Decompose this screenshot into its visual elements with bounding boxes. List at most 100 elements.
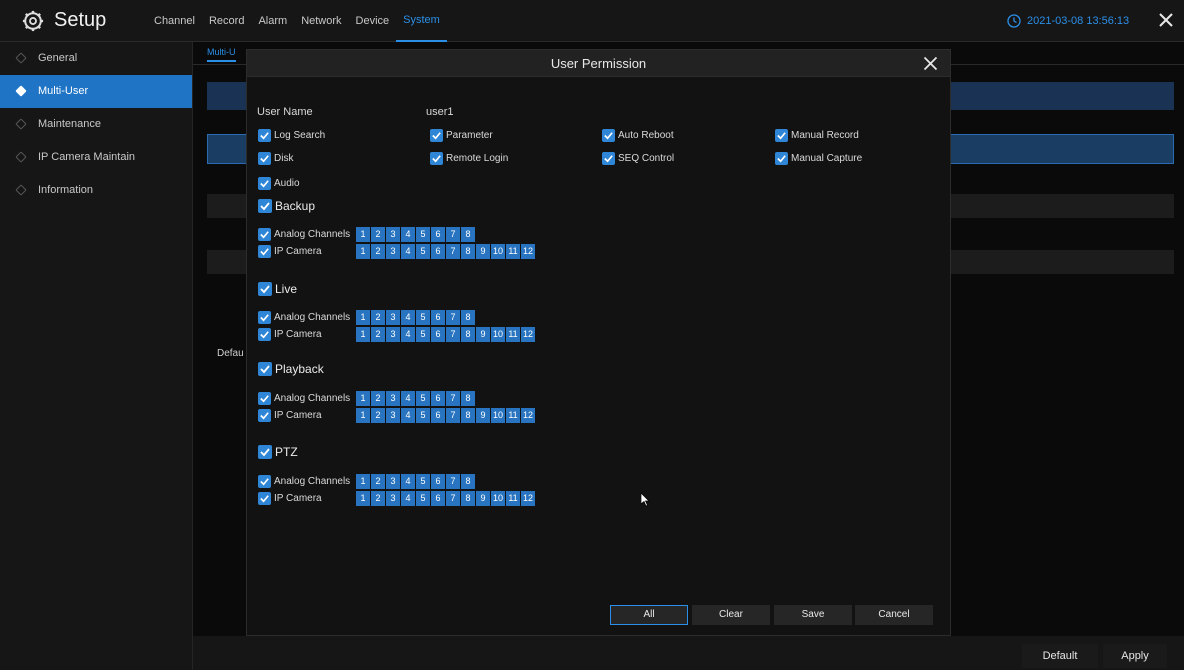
channel-button[interactable]: 5 bbox=[416, 474, 430, 489]
channel-button[interactable]: 7 bbox=[446, 244, 460, 259]
channel-button[interactable]: 3 bbox=[386, 227, 400, 242]
channel-button[interactable]: 1 bbox=[356, 391, 370, 406]
channel-button[interactable]: 5 bbox=[416, 227, 430, 242]
channel-button[interactable]: 7 bbox=[446, 227, 460, 242]
channel-button[interactable]: 1 bbox=[356, 227, 370, 242]
channel-button[interactable]: 5 bbox=[416, 408, 430, 423]
checkbox-playback[interactable]: Playback bbox=[258, 362, 324, 376]
checkbox-checked-icon[interactable] bbox=[258, 245, 271, 258]
checkbox-checked-icon[interactable] bbox=[258, 392, 271, 405]
checkbox-live[interactable]: Live bbox=[258, 282, 297, 296]
channel-button[interactable]: 3 bbox=[386, 491, 400, 506]
channel-button[interactable]: 10 bbox=[491, 491, 506, 506]
channel-button[interactable]: 8 bbox=[461, 244, 475, 259]
checkbox-log-search[interactable]: Log Search bbox=[258, 129, 325, 142]
channel-button[interactable]: 2 bbox=[371, 408, 385, 423]
save-button[interactable]: Save bbox=[774, 605, 852, 625]
channel-button[interactable]: 8 bbox=[461, 227, 475, 242]
channel-button[interactable]: 7 bbox=[446, 491, 460, 506]
channel-button[interactable]: 4 bbox=[401, 327, 415, 342]
channel-button[interactable]: 3 bbox=[386, 408, 400, 423]
checkbox-remote-login[interactable]: Remote Login bbox=[430, 152, 508, 165]
sidebar-item-maintenance[interactable]: Maintenance bbox=[0, 108, 192, 141]
channel-button[interactable]: 2 bbox=[371, 310, 385, 325]
channel-button[interactable]: 1 bbox=[356, 310, 370, 325]
checkbox-parameter[interactable]: Parameter bbox=[430, 129, 493, 142]
checkbox-manual-capture[interactable]: Manual Capture bbox=[775, 152, 862, 165]
default-button[interactable]: Default bbox=[1022, 644, 1098, 668]
channel-button[interactable]: 1 bbox=[356, 491, 370, 506]
sidebar-item-general[interactable]: General bbox=[0, 42, 192, 75]
channel-button[interactable]: 2 bbox=[371, 244, 385, 259]
channel-button[interactable]: 10 bbox=[491, 327, 506, 342]
channel-button[interactable]: 2 bbox=[371, 491, 385, 506]
channel-button[interactable]: 6 bbox=[431, 227, 445, 242]
channel-button[interactable]: 5 bbox=[416, 244, 430, 259]
channel-button[interactable]: 4 bbox=[401, 491, 415, 506]
checkbox-disk[interactable]: Disk bbox=[258, 152, 293, 165]
tab-alarm[interactable]: Alarm bbox=[251, 0, 294, 42]
channel-button[interactable]: 3 bbox=[386, 327, 400, 342]
channel-button[interactable]: 8 bbox=[461, 391, 475, 406]
tab-device[interactable]: Device bbox=[349, 0, 397, 42]
channel-button[interactable]: 6 bbox=[431, 310, 445, 325]
tab-multi-user[interactable]: Multi-U bbox=[207, 47, 236, 62]
channel-button[interactable]: 11 bbox=[506, 408, 521, 423]
checkbox-checked-icon[interactable] bbox=[258, 475, 271, 488]
channel-button[interactable]: 10 bbox=[491, 244, 506, 259]
channel-button[interactable]: 12 bbox=[521, 491, 536, 506]
channel-button[interactable]: 4 bbox=[401, 310, 415, 325]
tab-record[interactable]: Record bbox=[202, 0, 251, 42]
channel-button[interactable]: 11 bbox=[506, 491, 521, 506]
channel-button[interactable]: 6 bbox=[431, 474, 445, 489]
checkbox-manual-record[interactable]: Manual Record bbox=[775, 129, 859, 142]
channel-button[interactable]: 3 bbox=[386, 474, 400, 489]
channel-button[interactable]: 9 bbox=[476, 408, 490, 423]
cancel-button[interactable]: Cancel bbox=[855, 605, 933, 625]
close-icon[interactable] bbox=[1158, 12, 1174, 28]
checkbox-checked-icon[interactable] bbox=[258, 492, 271, 505]
tab-network[interactable]: Network bbox=[294, 0, 348, 42]
tab-channel[interactable]: Channel bbox=[147, 0, 202, 42]
checkbox-seq-control[interactable]: SEQ Control bbox=[602, 152, 674, 165]
channel-button[interactable]: 7 bbox=[446, 474, 460, 489]
channel-button[interactable]: 3 bbox=[386, 244, 400, 259]
channel-button[interactable]: 4 bbox=[401, 244, 415, 259]
channel-button[interactable]: 4 bbox=[401, 391, 415, 406]
channel-button[interactable]: 2 bbox=[371, 227, 385, 242]
channel-button[interactable]: 4 bbox=[401, 227, 415, 242]
channel-button[interactable]: 5 bbox=[416, 391, 430, 406]
channel-button[interactable]: 12 bbox=[521, 408, 536, 423]
channel-button[interactable]: 1 bbox=[356, 327, 370, 342]
channel-button[interactable]: 9 bbox=[476, 244, 490, 259]
channel-button[interactable]: 6 bbox=[431, 391, 445, 406]
channel-button[interactable]: 8 bbox=[461, 491, 475, 506]
checkbox-ptz[interactable]: PTZ bbox=[258, 445, 298, 459]
channel-button[interactable]: 9 bbox=[476, 491, 490, 506]
channel-button[interactable]: 5 bbox=[416, 327, 430, 342]
channel-button[interactable]: 10 bbox=[491, 408, 506, 423]
channel-button[interactable]: 7 bbox=[446, 408, 460, 423]
channel-button[interactable]: 6 bbox=[431, 327, 445, 342]
checkbox-audio[interactable]: Audio bbox=[258, 177, 300, 190]
sidebar-item-information[interactable]: Information bbox=[0, 174, 192, 207]
channel-button[interactable]: 2 bbox=[371, 474, 385, 489]
channel-button[interactable]: 7 bbox=[446, 310, 460, 325]
sidebar-item-multi-user[interactable]: Multi-User bbox=[0, 75, 192, 108]
channel-button[interactable]: 7 bbox=[446, 391, 460, 406]
channel-button[interactable]: 11 bbox=[506, 327, 521, 342]
apply-button[interactable]: Apply bbox=[1103, 644, 1167, 668]
tab-system[interactable]: System bbox=[396, 0, 447, 42]
checkbox-backup[interactable]: Backup bbox=[258, 199, 315, 213]
checkbox-checked-icon[interactable] bbox=[258, 228, 271, 241]
channel-button[interactable]: 2 bbox=[371, 327, 385, 342]
channel-button[interactable]: 3 bbox=[386, 391, 400, 406]
channel-button[interactable]: 1 bbox=[356, 408, 370, 423]
all-button[interactable]: All bbox=[610, 605, 688, 625]
channel-button[interactable]: 4 bbox=[401, 474, 415, 489]
checkbox-checked-icon[interactable] bbox=[258, 409, 271, 422]
close-icon[interactable] bbox=[923, 56, 938, 71]
clear-button[interactable]: Clear bbox=[692, 605, 770, 625]
channel-button[interactable]: 9 bbox=[476, 327, 490, 342]
channel-button[interactable]: 6 bbox=[431, 244, 445, 259]
